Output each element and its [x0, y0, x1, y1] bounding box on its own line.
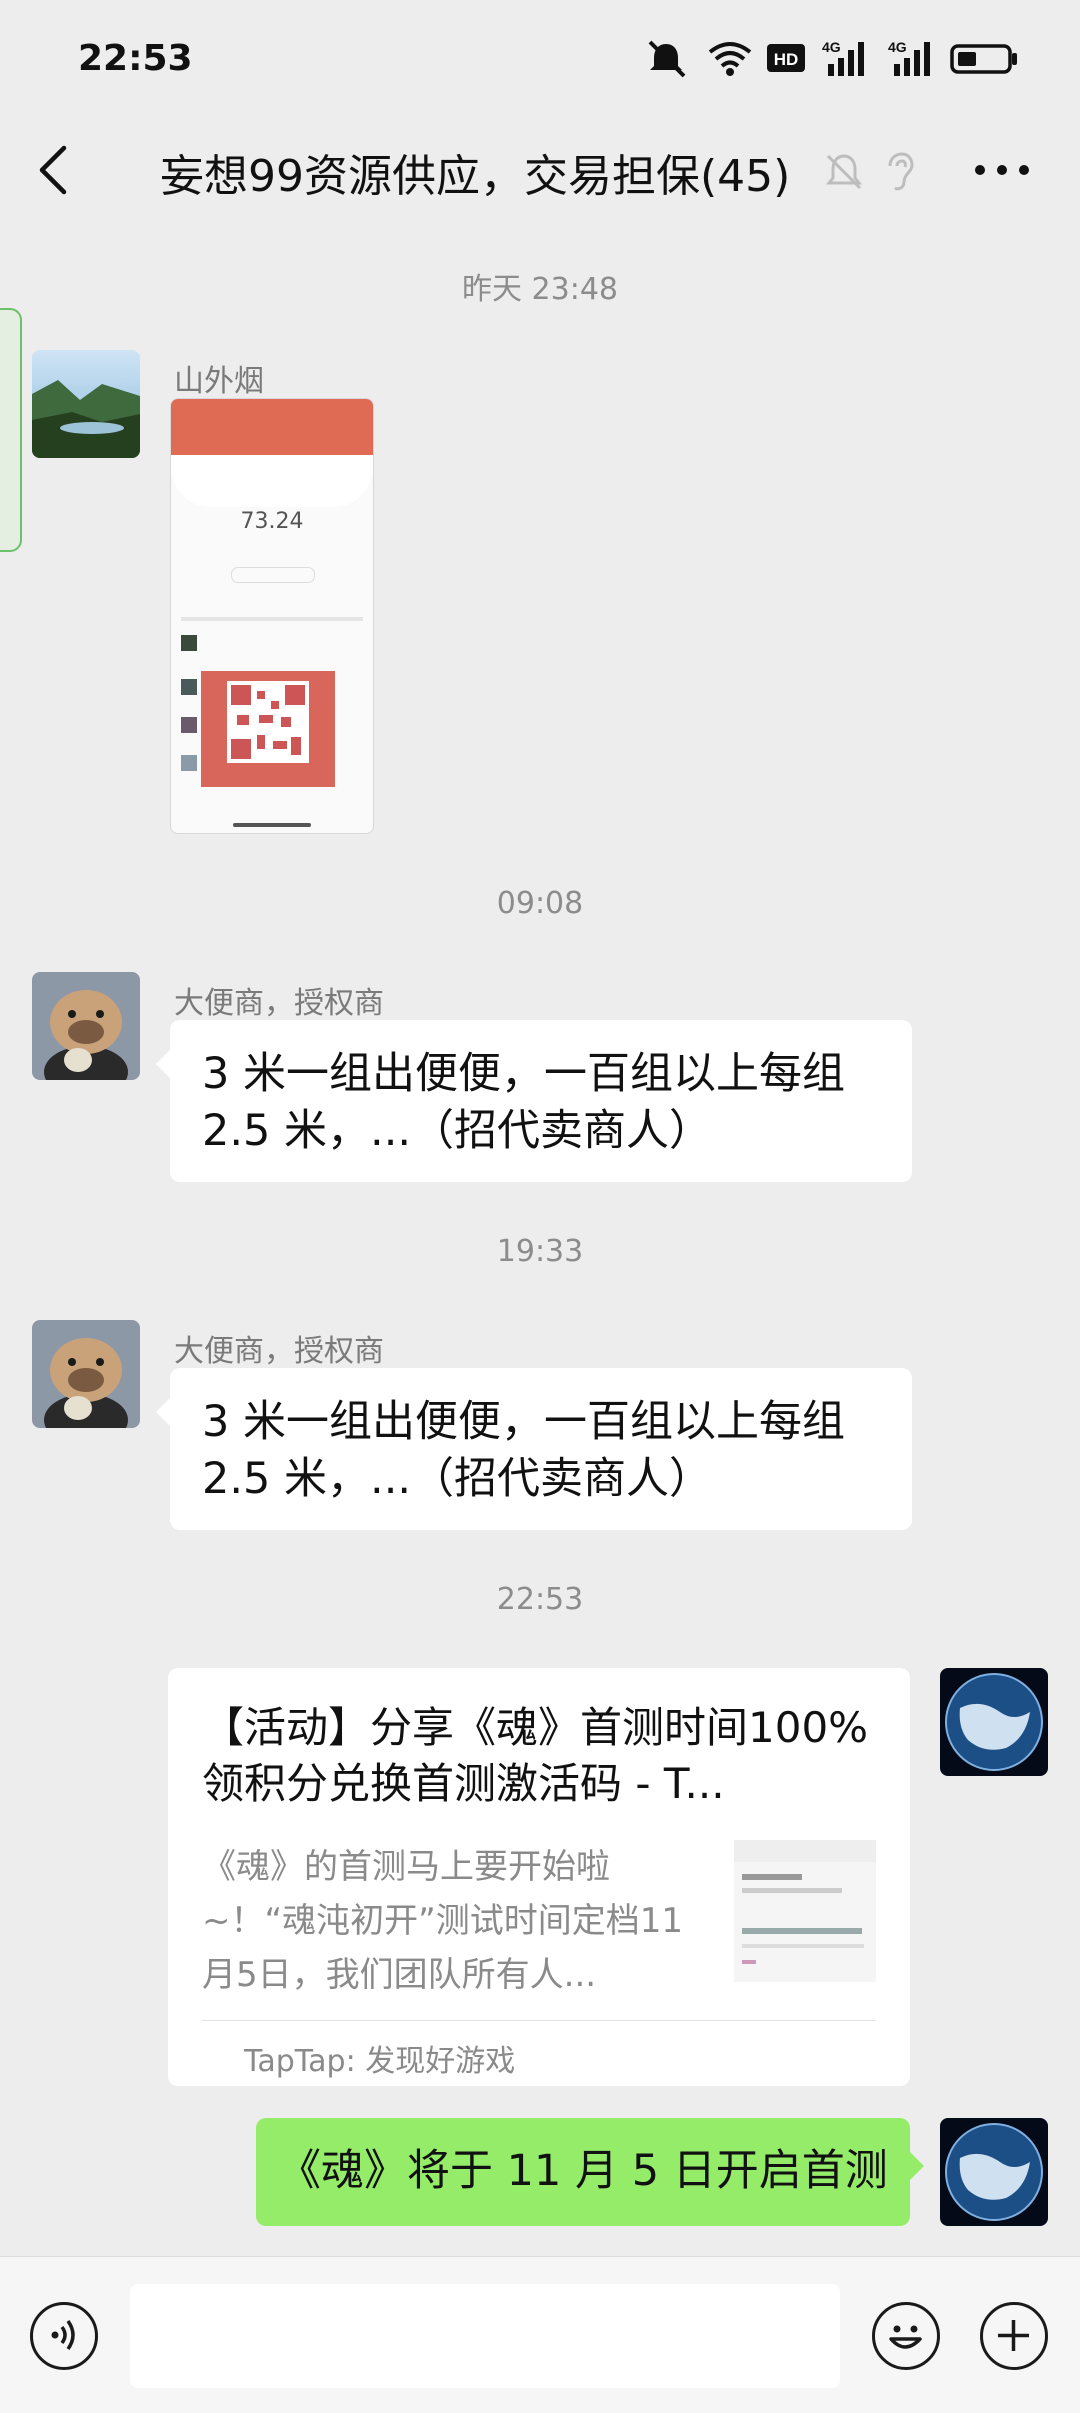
status-time: 22:53: [78, 38, 193, 79]
ear-icon: [888, 152, 914, 191]
hd-icon: HD: [767, 44, 805, 72]
image-line: [181, 617, 363, 621]
sender-name: 山外烟: [174, 364, 264, 399]
mute-icon: [648, 40, 686, 78]
timestamp: 19:33: [496, 1234, 584, 1269]
chat-title: 妄想99资源供应，交易担保(45): [160, 151, 791, 202]
emoji-button[interactable]: [872, 2302, 940, 2370]
back-icon[interactable]: [30, 140, 80, 200]
link-card-thumbnail: [734, 1840, 876, 1982]
image-list-avatar: [181, 679, 197, 695]
sender-name: 大便商，授权商: [174, 986, 384, 1021]
image-list-avatar: [181, 755, 197, 771]
image-arc: [171, 455, 373, 507]
message-text-line: 2.5 米，...（招代卖商人）: [202, 1106, 713, 1156]
signal-4g-icon: 4G: [822, 39, 864, 76]
image-amount: 73.24: [240, 509, 304, 534]
mute-bell-icon: [825, 154, 863, 190]
message-input[interactable]: [130, 2284, 840, 2388]
battery-icon: [950, 44, 1017, 74]
message-text: 《魂》将于 11 月 5 日开启首测: [278, 2146, 888, 2196]
thumb-line: [742, 1944, 864, 1948]
message-text-line: 3 米一组出便便，一百组以上每组: [202, 1397, 846, 1447]
image-list-avatar: [181, 717, 197, 733]
image-list-avatar: [181, 635, 197, 651]
image-home-indicator: [233, 823, 311, 827]
plus-button[interactable]: [980, 2302, 1048, 2370]
image-qr-panel: [201, 671, 335, 787]
avatar[interactable]: [32, 350, 140, 458]
timestamp: 22:53: [496, 1582, 584, 1617]
link-card-title: 【活动】分享《魂》首测时间100%领积分兑换首测激活码 - T...: [202, 1703, 869, 1808]
thumb-line: [742, 1960, 756, 1964]
thumb-header: [734, 1840, 876, 1862]
message-text-line: 3 米一组出便便，一百组以上每组: [202, 1049, 846, 1099]
voice-button[interactable]: [30, 2302, 98, 2370]
image-header-band: [171, 399, 373, 455]
svg-text:HD: HD: [774, 50, 799, 69]
message-text-line: 2.5 米，...（招代卖商人）: [202, 1454, 713, 1504]
link-card-divider: [202, 2020, 876, 2021]
link-card[interactable]: 【活动】分享《魂》首测时间100%领积分兑换首测激活码 - T... 《魂》的首…: [168, 1668, 910, 2086]
more-icon[interactable]: [972, 150, 1032, 190]
sender-name: 大便商，授权商: [174, 1334, 384, 1369]
avatar[interactable]: [32, 1320, 140, 1428]
svg-text:4G: 4G: [822, 39, 841, 55]
avatar[interactable]: [32, 972, 140, 1080]
smiley-icon: [889, 2325, 922, 2349]
voice-icon: [51, 2319, 75, 2351]
avatar[interactable]: [940, 2118, 1048, 2226]
timestamp: 09:08: [496, 886, 584, 921]
thumb-line: [742, 1888, 842, 1893]
plus-icon: [998, 2320, 1029, 2351]
link-card-source: TapTap: 发现好游戏: [244, 2044, 516, 2079]
message-bubble[interactable]: 3 米一组出便便，一百组以上每组 2.5 米，...（招代卖商人）: [156, 1020, 912, 1182]
timestamp: 昨天 23:48: [462, 272, 618, 307]
message-bubble-self[interactable]: 《魂》将于 11 月 5 日开启首测: [256, 2118, 924, 2226]
thumb-line: [742, 1928, 862, 1934]
image-pill: [231, 567, 315, 583]
wifi-icon: [708, 42, 752, 76]
thumb-line: [742, 1874, 802, 1880]
svg-text:4G: 4G: [888, 39, 907, 55]
qr-code: [227, 681, 309, 763]
floating-edge-tab[interactable]: [0, 308, 22, 552]
message-bubble[interactable]: 3 米一组出便便，一百组以上每组 2.5 米，...（招代卖商人）: [156, 1368, 912, 1530]
signal-4g-icon: 4G: [888, 39, 930, 76]
avatar[interactable]: [940, 1668, 1048, 1776]
link-card-description: 《魂》的首测马上要开始啦~！“魂沌初开”测试时间定档11月5日，我们团队所有人.…: [202, 1847, 683, 1995]
image-message[interactable]: 73.24: [170, 398, 374, 834]
